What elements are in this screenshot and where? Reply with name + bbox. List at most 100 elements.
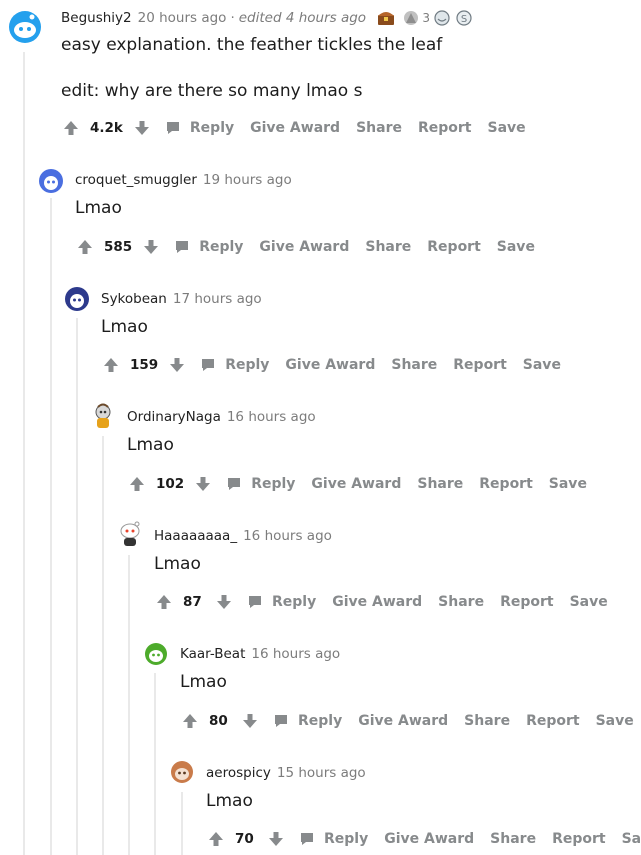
- report-button[interactable]: Report: [552, 831, 606, 847]
- thread-line-level-6[interactable]: [154, 673, 156, 855]
- username[interactable]: croquet_smuggler: [75, 172, 197, 188]
- upvote-arrow-icon[interactable]: [155, 593, 173, 611]
- give-award-button[interactable]: Give Award: [259, 239, 349, 255]
- speech-bubble-icon: [202, 359, 215, 371]
- give-award-button[interactable]: Give Award: [285, 357, 375, 373]
- upvote-arrow-icon[interactable]: [102, 356, 120, 374]
- report-button[interactable]: Report: [427, 239, 481, 255]
- speech-bubble-icon: [176, 241, 189, 253]
- svg-text:S: S: [461, 14, 467, 25]
- snoo-avatar-icon[interactable]: [38, 168, 64, 194]
- snoo-avatar-icon[interactable]: [90, 403, 116, 429]
- save-button[interactable]: Save: [488, 120, 526, 136]
- reply-button[interactable]: Reply: [200, 357, 269, 373]
- save-button[interactable]: Save: [570, 594, 608, 610]
- username[interactable]: Begushiy2: [61, 10, 132, 26]
- share-button[interactable]: Share: [490, 831, 536, 847]
- upvote-arrow-icon[interactable]: [62, 119, 80, 137]
- report-button[interactable]: Report: [453, 357, 507, 373]
- give-award-button[interactable]: Give Award: [250, 120, 340, 136]
- thread-line-level-7[interactable]: [181, 792, 183, 855]
- downvote-arrow-icon[interactable]: [194, 475, 212, 493]
- upvote-arrow-icon[interactable]: [76, 238, 94, 256]
- treasure-chest-award-icon[interactable]: [376, 9, 396, 27]
- thread-line-level-2[interactable]: [50, 198, 52, 855]
- speech-bubble-icon: [228, 478, 241, 490]
- reply-button[interactable]: Reply: [174, 239, 243, 255]
- snoo-avatar-icon[interactable]: [64, 286, 90, 312]
- reply-label: Reply: [272, 594, 317, 610]
- comment-body: Lmao: [127, 435, 174, 455]
- downvote-arrow-icon[interactable]: [168, 356, 186, 374]
- comment-actions: 159 Reply Give Award Share Report Save: [102, 356, 561, 374]
- reply-button[interactable]: Reply: [247, 594, 316, 610]
- awards-row: 3 S: [376, 9, 473, 27]
- share-button[interactable]: Share: [356, 120, 402, 136]
- reply-button[interactable]: Reply: [273, 713, 342, 729]
- username[interactable]: Sykobean: [101, 291, 167, 307]
- share-button[interactable]: Share: [464, 713, 510, 729]
- username[interactable]: Haaaaaaaa_: [154, 528, 237, 544]
- thread-line-level-3[interactable]: [76, 318, 78, 855]
- downvote-arrow-icon[interactable]: [241, 712, 259, 730]
- save-button[interactable]: Save: [523, 357, 561, 373]
- downvote-arrow-icon[interactable]: [267, 830, 285, 848]
- upvote-arrow-icon[interactable]: [181, 712, 199, 730]
- give-award-button[interactable]: Give Award: [358, 713, 448, 729]
- report-button[interactable]: Report: [418, 120, 472, 136]
- report-button[interactable]: Report: [526, 713, 580, 729]
- reply-button[interactable]: Reply: [226, 476, 295, 492]
- username[interactable]: Kaar-Beat: [180, 646, 245, 662]
- comment-meta: Kaar-Beat 16 hours ago: [180, 646, 340, 662]
- username[interactable]: aerospicy: [206, 765, 271, 781]
- speech-bubble-icon: [301, 833, 313, 845]
- comment-meta: Sykobean 17 hours ago: [101, 291, 262, 307]
- timestamp[interactable]: 20 hours ago: [138, 10, 227, 26]
- save-button[interactable]: Save: [549, 476, 587, 492]
- username[interactable]: OrdinaryNaga: [127, 409, 221, 425]
- downvote-arrow-icon[interactable]: [133, 119, 151, 137]
- thread-line-level-4[interactable]: [102, 436, 104, 855]
- downvote-arrow-icon[interactable]: [142, 238, 160, 256]
- save-button[interactable]: Save: [596, 713, 634, 729]
- report-button[interactable]: Report: [479, 476, 533, 492]
- upvote-arrow-icon[interactable]: [128, 475, 146, 493]
- share-button[interactable]: Share: [438, 594, 484, 610]
- timestamp[interactable]: 16 hours ago: [243, 528, 332, 544]
- timestamp[interactable]: 19 hours ago: [203, 172, 292, 188]
- separator-dot: ·: [230, 10, 235, 26]
- save-button[interactable]: Save: [497, 239, 535, 255]
- downvote-arrow-icon[interactable]: [215, 593, 233, 611]
- timestamp[interactable]: 16 hours ago: [227, 409, 316, 425]
- comment-actions: 80 Reply Give Award Share Report Save: [181, 712, 634, 730]
- speech-bubble-icon: [249, 596, 261, 608]
- report-button[interactable]: Report: [500, 594, 554, 610]
- reply-button[interactable]: Reply: [299, 831, 368, 847]
- sad-award-icon[interactable]: S: [455, 9, 473, 27]
- share-button[interactable]: Share: [417, 476, 463, 492]
- share-button[interactable]: Share: [391, 357, 437, 373]
- reply-label: Reply: [251, 476, 296, 492]
- snoo-avatar-icon[interactable]: [169, 759, 195, 785]
- save-button[interactable]: Save: [622, 831, 641, 847]
- thread-line-level-1[interactable]: [23, 52, 25, 855]
- give-award-button[interactable]: Give Award: [311, 476, 401, 492]
- comment-actions: 4.2k Reply Give Award Share Report Save: [62, 119, 526, 137]
- reply-button[interactable]: Reply: [165, 120, 234, 136]
- comment-meta: Begushiy2 20 hours ago · edited 4 hours ago…: [61, 9, 473, 27]
- upvote-arrow-icon[interactable]: [207, 830, 225, 848]
- thread-line-level-5[interactable]: [128, 555, 130, 855]
- share-button[interactable]: Share: [365, 239, 411, 255]
- timestamp[interactable]: 17 hours ago: [173, 291, 262, 307]
- timestamp[interactable]: 15 hours ago: [277, 765, 366, 781]
- give-award-button[interactable]: Give Award: [332, 594, 422, 610]
- snoo-avatar-icon[interactable]: [117, 521, 143, 547]
- comment-body: Lmao: [154, 554, 201, 574]
- snoo-avatar-icon[interactable]: [143, 641, 169, 667]
- silver-award-icon[interactable]: [402, 9, 420, 27]
- comment-meta: aerospicy 15 hours ago: [206, 765, 366, 781]
- give-award-button[interactable]: Give Award: [384, 831, 474, 847]
- timestamp[interactable]: 16 hours ago: [251, 646, 340, 662]
- snoo-avatar-icon[interactable]: [8, 10, 42, 44]
- wholesome-award-icon[interactable]: [433, 9, 451, 27]
